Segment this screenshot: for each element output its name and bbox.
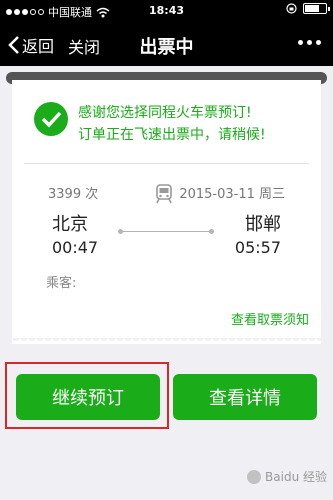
arrival-city: 邯郸: [245, 214, 281, 235]
ticket-notice-link[interactable]: 查看取票须知: [231, 309, 309, 328]
watermark: Baidu 经验: [247, 468, 327, 485]
more-dot-icon: [298, 40, 303, 45]
success-check-icon: [34, 102, 68, 136]
nav-bar: 返回 关闭 出票中: [0, 22, 333, 66]
travel-date: 2015-03-11 周三: [179, 187, 285, 202]
divider: [24, 163, 309, 164]
status-bar: 中国联通 18:43: [0, 0, 333, 22]
view-details-button[interactable]: 查看详情: [173, 374, 317, 420]
battery-icon: [303, 3, 330, 14]
back-label: 返回: [22, 37, 55, 56]
more-dot-icon: [307, 40, 312, 45]
ticket-edge: [12, 338, 321, 344]
departure-time: 00:47: [52, 238, 99, 257]
arrival-time: 05:57: [234, 238, 281, 257]
watermark-text: Baidu 经验: [265, 470, 327, 484]
message-line-2: 订单正在飞速出票中，请稍候!: [78, 127, 266, 143]
more-dot-icon: [316, 40, 321, 45]
message-line-1: 感谢您选择同程火车票预订!: [78, 105, 252, 121]
route-line: [118, 229, 214, 234]
train-number: 3399 次: [48, 187, 99, 202]
more-menu-button[interactable]: [298, 40, 321, 45]
status-message: 感谢您选择同程火车票预订! 订单正在飞速出票中，请稍候!: [78, 102, 266, 146]
ticket-card: 感谢您选择同程火车票预订! 订单正在飞速出票中，请稍候! 3399 次 2015…: [12, 80, 321, 338]
clock: 18:43: [148, 4, 184, 17]
departure-city: 北京: [52, 214, 88, 235]
paw-logo-icon: [247, 469, 262, 484]
chevron-left-icon: [8, 36, 19, 54]
back-button[interactable]: 返回: [8, 33, 54, 57]
passenger-label: 乘客:: [46, 276, 77, 291]
close-button[interactable]: 关闭: [68, 34, 100, 58]
rotation-lock-icon: [286, 3, 297, 14]
train-icon: [156, 184, 172, 204]
continue-booking-button[interactable]: 继续预订: [16, 374, 160, 420]
